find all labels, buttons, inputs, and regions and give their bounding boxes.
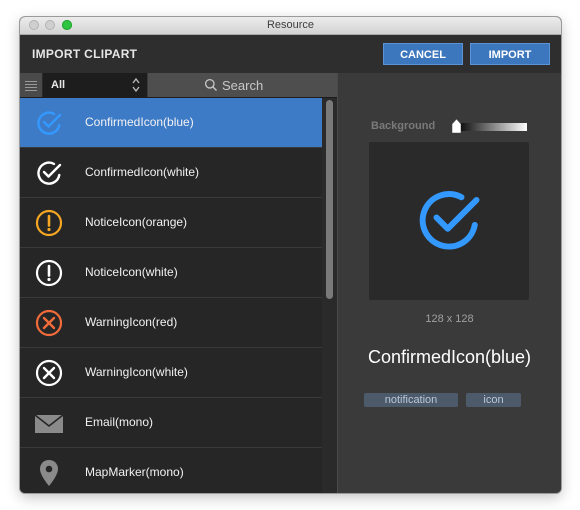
notice-icon bbox=[35, 209, 63, 237]
list-item[interactable]: ConfirmedIcon(white) bbox=[20, 148, 322, 198]
category-filter-select[interactable]: All bbox=[43, 73, 147, 97]
tag-badge[interactable]: notification bbox=[364, 393, 458, 407]
scrollbar-thumb[interactable] bbox=[326, 100, 333, 299]
list-item-label: WarningIcon(white) bbox=[85, 365, 188, 379]
warning-icon bbox=[35, 309, 63, 337]
title-bar: Resource bbox=[20, 17, 561, 35]
list-item[interactable]: WarningIcon(white) bbox=[20, 348, 322, 398]
list-item[interactable]: NoticeIcon(orange) bbox=[20, 198, 322, 248]
map-marker-icon bbox=[40, 460, 58, 486]
list-item-label: MapMarker(mono) bbox=[85, 465, 184, 479]
tag-badge[interactable]: icon bbox=[466, 393, 521, 407]
list-item-label: ConfirmedIcon(blue) bbox=[85, 115, 194, 129]
list-item[interactable]: Email(mono) bbox=[20, 398, 322, 448]
search-icon bbox=[204, 78, 217, 91]
list-item-label: NoticeIcon(white) bbox=[85, 265, 178, 279]
notice-icon bbox=[35, 259, 63, 287]
hamburger-icon bbox=[25, 81, 37, 91]
confirmed-icon bbox=[37, 111, 62, 135]
background-slider[interactable] bbox=[452, 119, 527, 133]
confirmed-icon bbox=[37, 161, 62, 185]
list-item[interactable]: WarningIcon(red) bbox=[20, 298, 322, 348]
list-scrollbar[interactable] bbox=[322, 98, 337, 493]
search-box[interactable] bbox=[148, 73, 337, 97]
preview-panel: Background 128 x 128 ConfirmedIcon(blue)… bbox=[338, 73, 561, 493]
envelope-icon bbox=[34, 414, 64, 433]
list-item[interactable]: MapMarker(mono) bbox=[20, 448, 322, 493]
list-item-label: NoticeIcon(orange) bbox=[85, 215, 188, 229]
background-label: Background bbox=[371, 120, 436, 132]
slider-handle[interactable] bbox=[452, 119, 461, 133]
icon-dimensions: 128 x 128 bbox=[425, 313, 474, 325]
cancel-button[interactable]: CANCEL bbox=[383, 43, 463, 65]
list-item-label: ConfirmedIcon(white) bbox=[85, 165, 200, 179]
resource-window: Resource IMPORT CLIPART CANCEL IMPORT Al… bbox=[20, 17, 561, 493]
list-toolbar: All bbox=[20, 73, 337, 98]
dialog-header: IMPORT CLIPART CANCEL IMPORT bbox=[20, 35, 561, 73]
list-item-label: Email(mono) bbox=[85, 415, 154, 429]
preview-item-name: ConfirmedIcon(blue) bbox=[367, 347, 532, 367]
warning-icon bbox=[35, 359, 63, 387]
window-title: Resource bbox=[266, 19, 315, 31]
select-arrows-icon bbox=[132, 77, 140, 93]
dialog-title: IMPORT CLIPART bbox=[32, 47, 138, 61]
list-item[interactable]: NoticeIcon(white) bbox=[20, 248, 322, 298]
list-item[interactable]: ConfirmedIcon(blue) bbox=[20, 98, 322, 148]
list-menu-button[interactable] bbox=[20, 73, 43, 97]
confirmed-icon bbox=[419, 191, 480, 250]
category-filter-value: All bbox=[51, 79, 66, 91]
search-input[interactable] bbox=[222, 77, 327, 93]
icon-preview bbox=[369, 142, 529, 300]
import-button[interactable]: IMPORT bbox=[470, 43, 550, 65]
list-item-label: WarningIcon(red) bbox=[85, 315, 178, 329]
clipart-list: ConfirmedIcon(blue) ConfirmedIcon(white)… bbox=[20, 98, 322, 493]
